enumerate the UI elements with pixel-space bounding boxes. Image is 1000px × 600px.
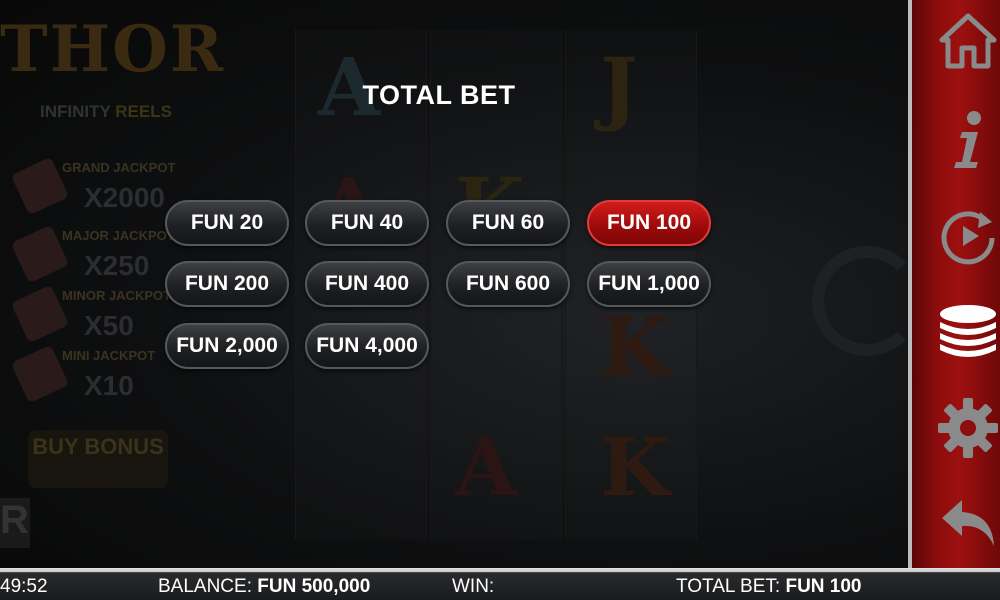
spin-button	[812, 246, 910, 356]
info-icon	[954, 111, 981, 168]
home-icon	[939, 13, 997, 69]
autoplay-button[interactable]	[934, 202, 1000, 270]
win-display: WIN:	[452, 576, 494, 598]
total-bet-display: TOTAL BET: FUN 100	[676, 576, 862, 598]
bet-option-1000[interactable]: FUN 1,000	[587, 261, 711, 307]
info-button[interactable]	[934, 104, 1000, 172]
reel-symbol: A	[455, 420, 518, 514]
minor-jackpot: MINOR JACKPOT X50	[10, 284, 188, 346]
settings-button[interactable]	[934, 394, 1000, 462]
hammer-icon	[10, 284, 70, 344]
bet-chips-icon	[940, 305, 996, 357]
win-label: WIN:	[452, 576, 495, 597]
total-bet-label: TOTAL BET:	[676, 576, 781, 597]
autoplay-icon	[941, 211, 995, 265]
bet-option-40[interactable]: FUN 40	[305, 200, 429, 246]
sidebar	[908, 0, 1000, 568]
bet-option-60[interactable]: FUN 60	[446, 200, 570, 246]
bet-option-600[interactable]: FUN 600	[446, 261, 570, 307]
hammer-icon	[10, 224, 70, 284]
bet-option-2000[interactable]: FUN 2,000	[165, 323, 289, 369]
balance-value: FUN 500,000	[257, 576, 371, 597]
bet-option-20[interactable]: FUN 20	[165, 200, 289, 246]
home-button[interactable]	[934, 6, 1000, 74]
balance-label: BALANCE:	[158, 576, 252, 597]
back-icon	[942, 500, 994, 546]
hammer-icon	[10, 156, 70, 216]
grand-jackpot: GRAND JACKPOT X2000	[10, 156, 188, 218]
bet-option-400[interactable]: FUN 400	[305, 261, 429, 307]
total-bet-value: FUN 100	[785, 576, 862, 597]
clock: 49:52	[0, 576, 48, 597]
balance-display: BALANCE: FUN 500,000	[158, 576, 370, 598]
hammer-icon	[10, 344, 70, 404]
bet-option-4000[interactable]: FUN 4,000	[305, 323, 429, 369]
status-bar: 49:52 BALANCE: FUN 500,000 WIN: TOTAL BE…	[0, 568, 1000, 600]
back-button[interactable]	[934, 488, 1000, 556]
buy-bonus-button: BUY BONUS	[28, 430, 168, 488]
reel-symbol: K	[600, 300, 670, 394]
gear-icon	[938, 398, 998, 458]
total-bet-title: TOTAL BET	[362, 80, 516, 110]
major-jackpot: MAJOR JACKPOT X250	[10, 224, 188, 286]
game-logo: THOR	[0, 12, 226, 87]
r-icon: R	[0, 498, 30, 548]
bet-chips-button[interactable]	[934, 298, 1000, 366]
bet-option-100-selected[interactable]: FUN 100	[587, 200, 711, 246]
mini-jackpot: MINI JACKPOT X10	[10, 344, 188, 406]
reel-symbol: K	[600, 420, 670, 514]
bet-option-200[interactable]: FUN 200	[165, 261, 289, 307]
